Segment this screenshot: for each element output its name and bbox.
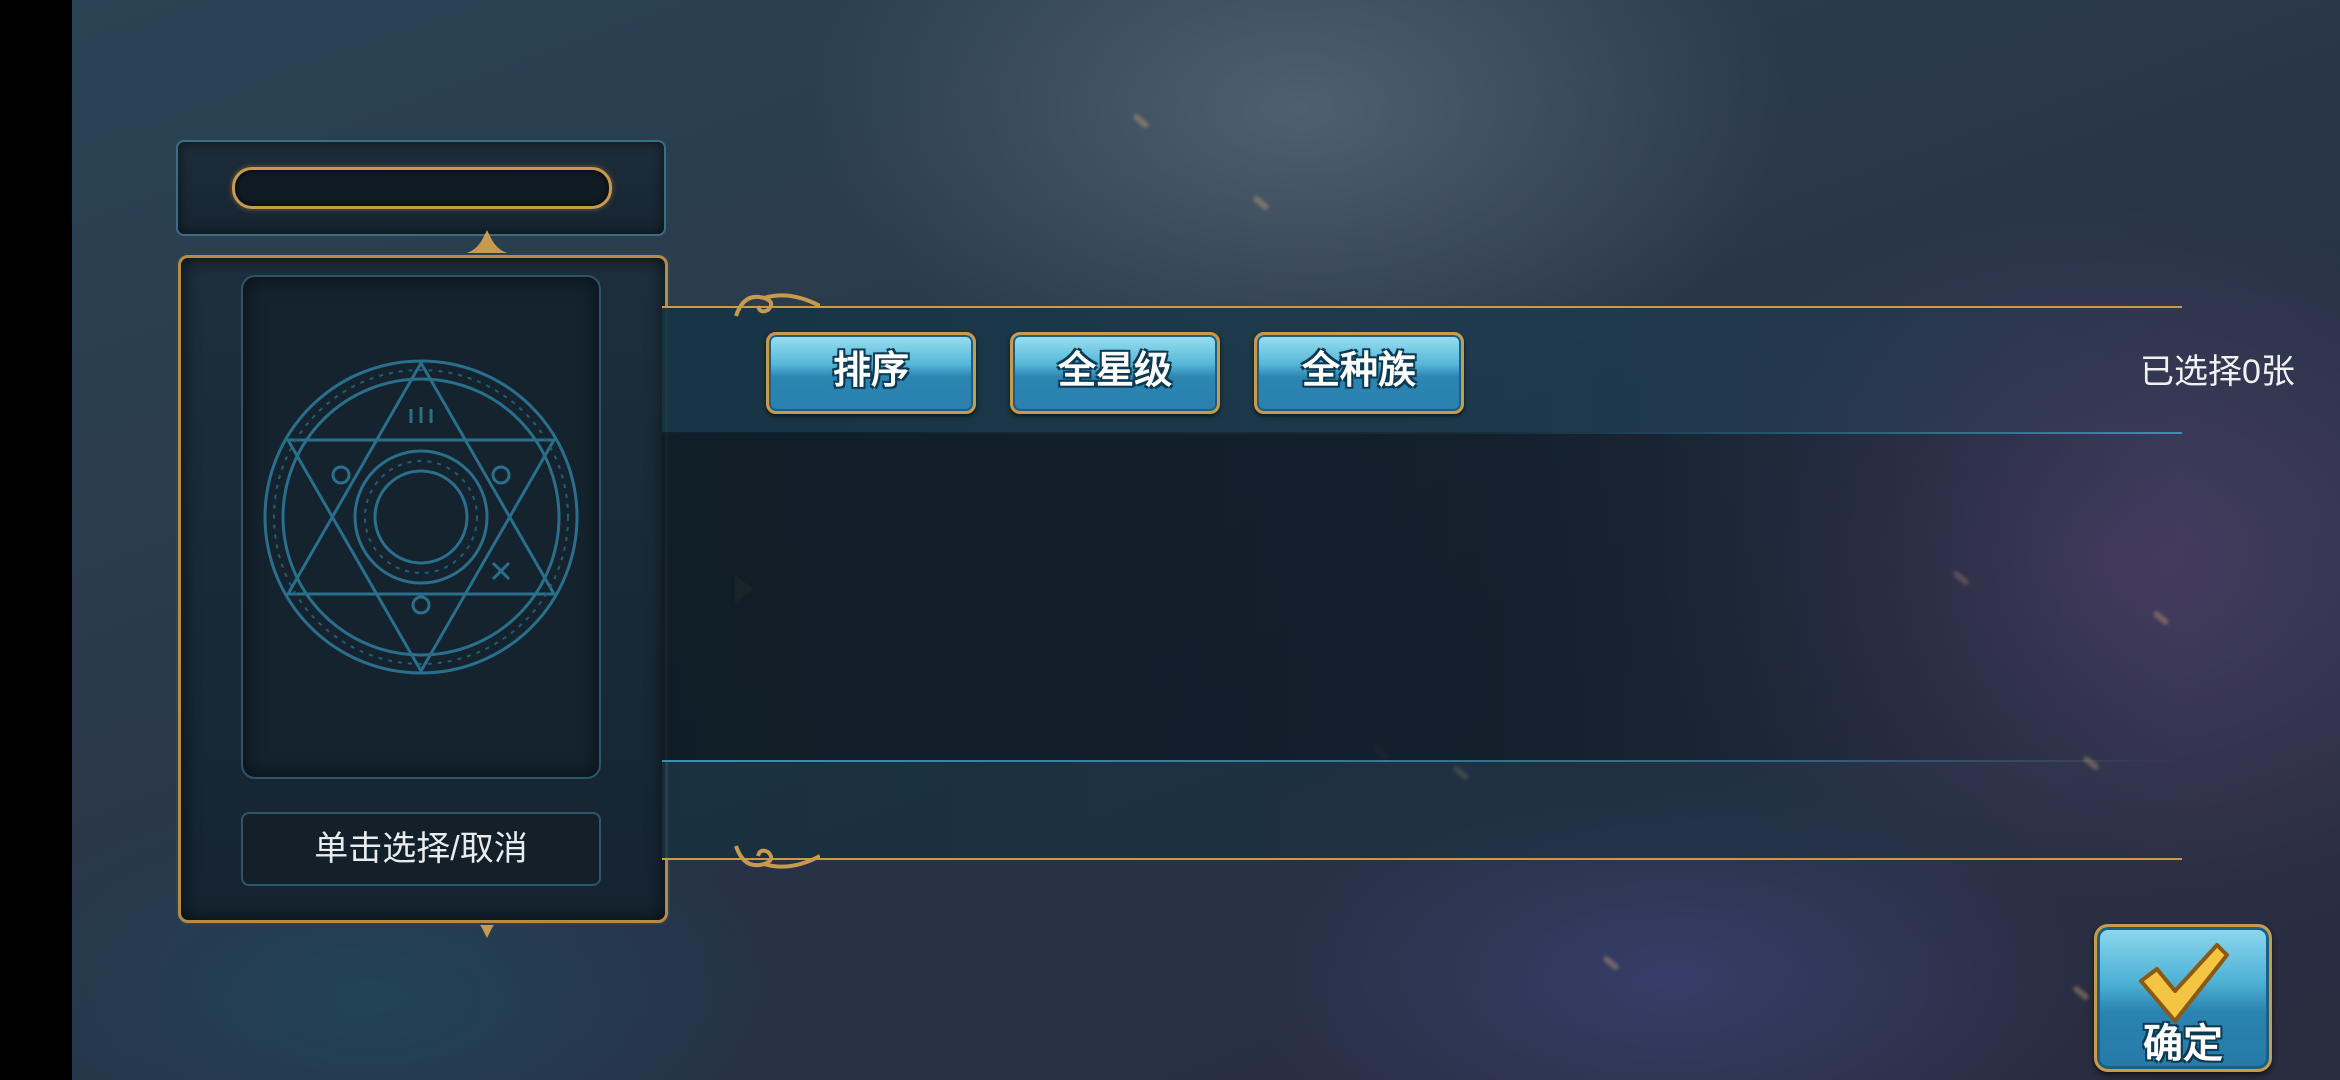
gold-flourish-icon: [734, 845, 820, 869]
card-preview-panel: 单击选择/取消: [178, 255, 668, 923]
card-list-area[interactable]: [662, 432, 2182, 760]
sparkle: [1602, 954, 1620, 972]
race-filter-button[interactable]: 全种族: [1254, 332, 1464, 414]
selected-count-label: 已选择0张: [2140, 353, 2295, 391]
star-filter-button[interactable]: 全星级: [1010, 332, 1220, 414]
confirm-button[interactable]: 确定: [2094, 924, 2272, 1072]
sort-button[interactable]: 排序: [766, 332, 976, 414]
sparkle: [1252, 194, 1270, 212]
sparkle: [1132, 112, 1150, 130]
select-hint: 单击选择/取消: [241, 812, 601, 886]
magic-circle-icon: [263, 359, 579, 675]
sparkle: [2072, 984, 2090, 1002]
list-footer-strip: [662, 762, 2182, 860]
filter-toolbar: 排序 全星级 全种族: [662, 306, 2182, 434]
card-name-plate: [176, 140, 666, 236]
gold-ornament-icon: [462, 230, 512, 254]
confirm-label: 确定: [2143, 1022, 2223, 1066]
gold-flourish-icon: [734, 293, 820, 317]
card-name-slot: [232, 167, 612, 209]
card-slot[interactable]: [241, 275, 601, 779]
